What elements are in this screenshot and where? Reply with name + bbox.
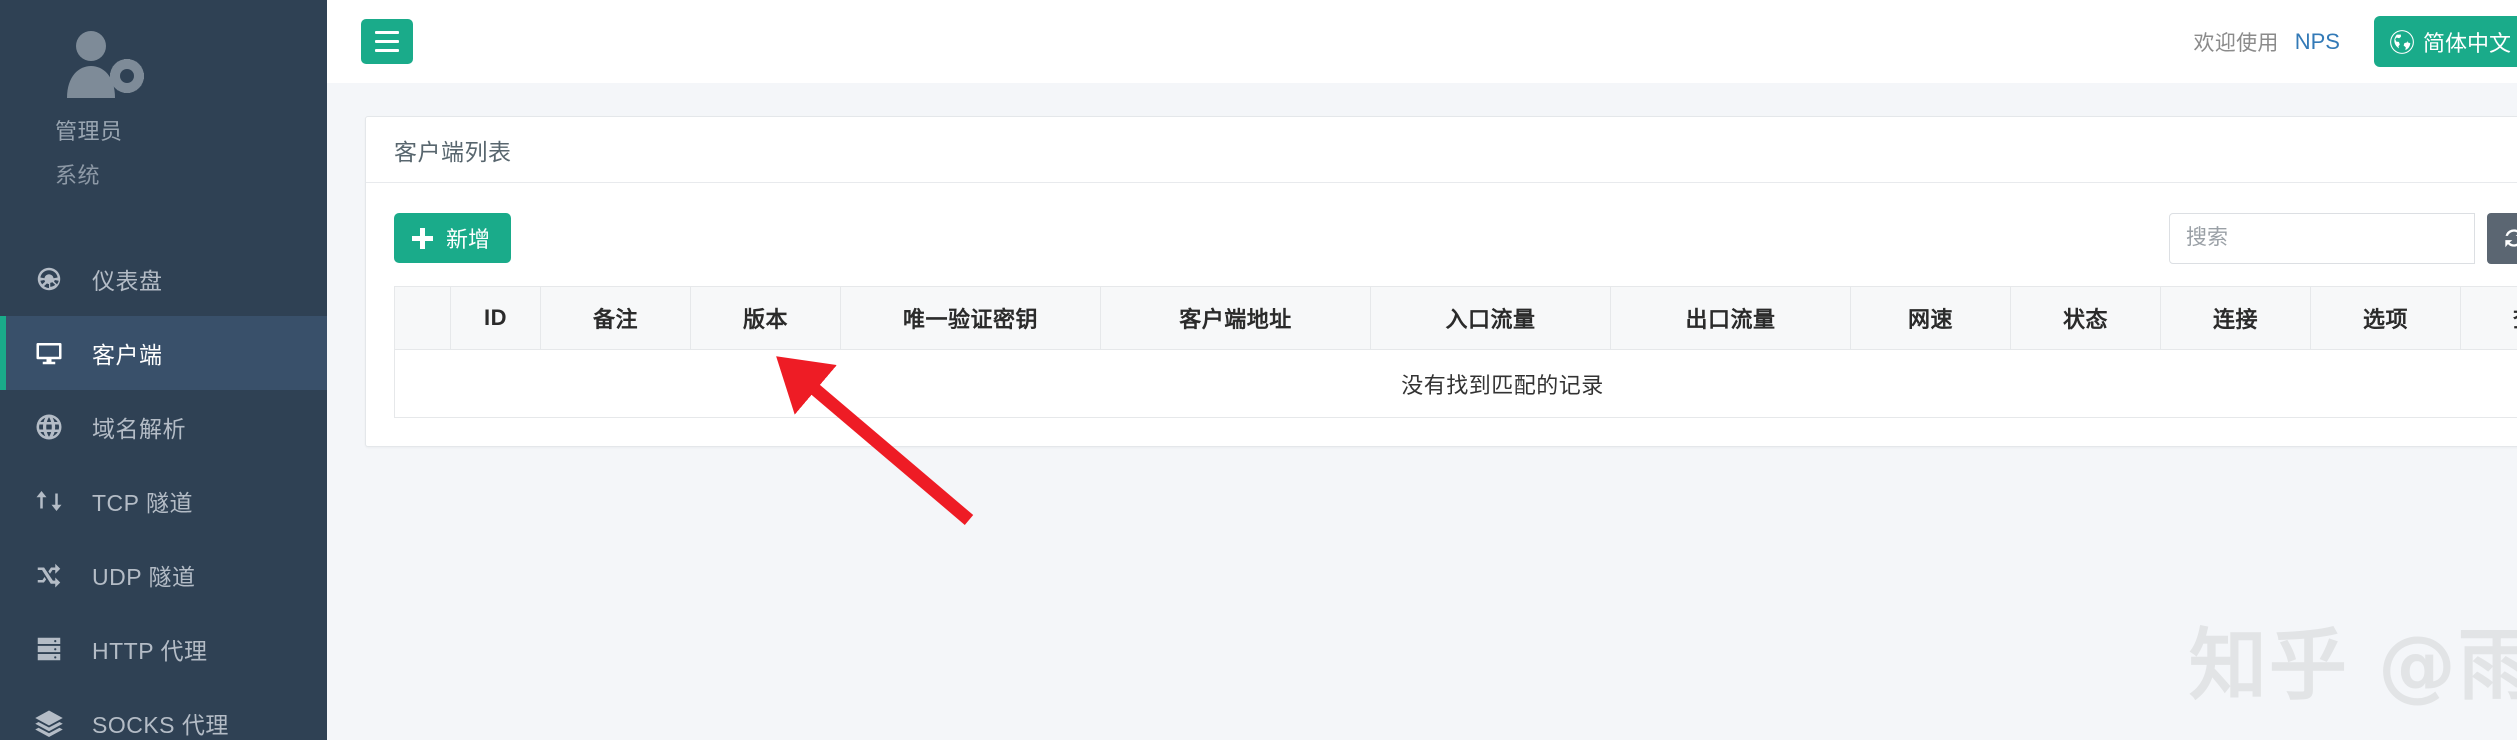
table-body: 没有找到匹配的记录 — [394, 349, 2517, 418]
client-list-panel: 客户端列表 新增 搜索 ID 备注 版本 唯一验证密钥 客户端地址 入口流量 出… — [365, 116, 2517, 447]
column-label: 版本 — [742, 307, 788, 332]
table-header-remark[interactable]: 备注 — [540, 286, 691, 350]
top-bar-right: 欢迎使用 NPS 简体中文 退出 — [2194, 16, 2517, 67]
plus-icon — [412, 227, 433, 249]
sidebar: 管理员 系统 仪表盘 客户端 域名解析 TCP 隧道 UDP 隧道 HTTP 代… — [0, 0, 327, 740]
shuffle-icon — [34, 558, 78, 592]
column-label: 入口流量 — [1445, 307, 1536, 332]
exchange-icon — [34, 484, 78, 518]
server-icon — [34, 632, 78, 666]
language-dropdown-button[interactable]: 简体中文 — [2373, 16, 2517, 67]
table-header-speed[interactable]: 网速 — [1850, 286, 2011, 350]
hamburger-icon — [375, 29, 399, 55]
table-action-buttons — [2487, 212, 2517, 264]
watermark: 知乎 @雨云 — [2188, 621, 2517, 711]
table-header-id[interactable]: ID — [450, 286, 541, 350]
table-toolbar-right — [2169, 212, 2517, 264]
sidebar-item-client[interactable]: 客户端 — [0, 316, 327, 390]
brand-link[interactable]: NPS — [2295, 29, 2340, 55]
globe-icon — [34, 410, 78, 444]
user-subtitle: 系统 — [55, 163, 101, 188]
sidebar-item-label: TCP 隧道 — [92, 490, 193, 516]
user-gear-icon — [55, 28, 151, 106]
top-bar: 欢迎使用 NPS 简体中文 退出 — [327, 0, 2517, 83]
table-header-status[interactable]: 状态 — [2010, 286, 2161, 350]
sidebar-item-label: 客户端 — [92, 342, 163, 368]
sidebar-item-label: SOCKS 代理 — [92, 712, 229, 738]
table-empty-row: 没有找到匹配的记录 — [394, 349, 2517, 418]
table-header-row: ID 备注 版本 唯一验证密钥 客户端地址 入口流量 出口流量 网速 状态 连接… — [394, 286, 2517, 350]
sidebar-menu: 仪表盘 客户端 域名解析 TCP 隧道 UDP 隧道 HTTP 代理 SOCKS… — [0, 242, 327, 740]
empty-message: 没有找到匹配的记录 — [394, 349, 2517, 418]
table-header-client-address[interactable]: 客户端地址 — [1100, 286, 1371, 350]
panel-header: 客户端列表 — [366, 117, 2517, 183]
table-header-in-traffic[interactable]: 入口流量 — [1370, 286, 1652, 350]
sidebar-item-http-proxy[interactable]: HTTP 代理 — [0, 612, 327, 686]
table-header-vkey[interactable]: 唯一验证密钥 — [840, 286, 1101, 350]
column-label: 唯一验证密钥 — [902, 307, 1038, 332]
language-label: 简体中文 — [2422, 30, 2511, 56]
app-root: 管理员 系统 仪表盘 客户端 域名解析 TCP 隧道 UDP 隧道 HTTP 代… — [0, 0, 2517, 740]
refresh-button[interactable] — [2487, 212, 2517, 264]
sidebar-item-dashboard[interactable]: 仪表盘 — [0, 242, 327, 316]
table-header-version[interactable]: 版本 — [690, 286, 841, 350]
sidebar-item-socks-proxy[interactable]: SOCKS 代理 — [0, 686, 327, 740]
main-area: 欢迎使用 NPS 简体中文 退出 — [327, 0, 2517, 740]
sidebar-item-tcp-tunnel[interactable]: TCP 隧道 — [0, 464, 327, 538]
table-header-options[interactable]: 选项 — [2310, 286, 2461, 350]
sidebar-item-label: 仪表盘 — [92, 268, 163, 294]
dashboard-icon — [34, 262, 78, 296]
table-head: ID 备注 版本 唯一验证密钥 客户端地址 入口流量 出口流量 网速 状态 连接… — [394, 286, 2517, 350]
table-header-view[interactable]: 查看 — [2460, 286, 2517, 350]
panel-title: 客户端列表 — [394, 138, 512, 165]
add-button-label: 新增 — [446, 227, 491, 252]
column-label: 网速 — [1907, 307, 1953, 332]
table-toolbar: 新增 — [394, 210, 2517, 266]
client-table: ID 备注 版本 唯一验证密钥 客户端地址 入口流量 出口流量 网速 状态 连接… — [394, 286, 2517, 418]
sidebar-user-block: 管理员 系统 — [0, 0, 327, 190]
column-label: 查看 — [2513, 302, 2517, 334]
panel-body: 新增 搜索 ID 备注 版本 唯一验证密钥 客户端地址 入口流量 出口流量 网速… — [366, 183, 2517, 446]
column-label: 出口流量 — [1685, 307, 1776, 332]
column-label: ID — [484, 305, 507, 330]
sidebar-item-udp-tunnel[interactable]: UDP 隧道 — [0, 538, 327, 612]
content-area: 客户端列表 新增 搜索 ID 备注 版本 唯一验证密钥 客户端地址 入口流量 出… — [327, 83, 2517, 525]
sidebar-item-domain[interactable]: 域名解析 — [0, 390, 327, 464]
layers-icon — [34, 706, 78, 740]
sidebar-item-label: HTTP 代理 — [92, 638, 208, 664]
column-label: 选项 — [2362, 307, 2408, 332]
column-label: 客户端地址 — [1179, 307, 1292, 332]
sidebar-item-label: UDP 隧道 — [92, 564, 196, 590]
globe-icon — [2389, 29, 2415, 55]
welcome-text: 欢迎使用 — [2193, 31, 2279, 55]
column-label: 备注 — [592, 307, 638, 332]
refresh-icon — [2501, 225, 2517, 251]
add-button[interactable]: 新增 — [394, 213, 512, 263]
table-header-checkbox[interactable] — [394, 286, 451, 350]
menu-toggle-button[interactable] — [361, 19, 413, 64]
search-input[interactable] — [2169, 212, 2475, 264]
user-name: 管理员 — [55, 119, 123, 144]
column-label: 状态 — [2062, 307, 2108, 332]
table-header-out-traffic[interactable]: 出口流量 — [1610, 286, 1892, 350]
table-header-connection[interactable]: 连接 — [2160, 286, 2311, 350]
sidebar-item-label: 域名解析 — [92, 416, 186, 442]
column-label: 连接 — [2212, 307, 2258, 332]
monitor-icon — [34, 336, 78, 370]
